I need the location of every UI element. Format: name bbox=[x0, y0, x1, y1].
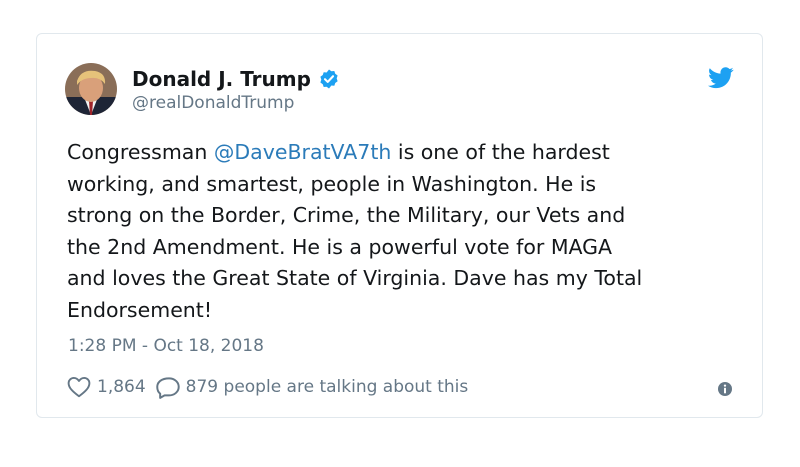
heart-icon[interactable] bbox=[67, 376, 91, 398]
text-segment: Congressman bbox=[67, 140, 214, 164]
author-handle[interactable]: @realDonaldTrump bbox=[132, 93, 294, 113]
tweet-timestamp[interactable]: 1:28 PM - Oct 18, 2018 bbox=[68, 336, 264, 356]
author-row: Donald J. Trump bbox=[132, 65, 340, 93]
twitter-bird-icon[interactable] bbox=[708, 67, 734, 89]
avatar-photo bbox=[65, 63, 117, 115]
avatar[interactable] bbox=[65, 63, 117, 115]
verified-badge-icon bbox=[320, 69, 338, 89]
tweet-text-line: Endorsement! bbox=[67, 297, 213, 322]
author-name[interactable]: Donald J. Trump bbox=[132, 67, 311, 91]
tweet-card[interactable]: Donald J. Trump @realDonaldTrump Congres… bbox=[36, 33, 763, 418]
info-icon[interactable] bbox=[717, 381, 733, 397]
tweet-text-line: working, and smartest, people in Washing… bbox=[67, 171, 597, 196]
tweet-text-line: Congressman @DaveBratVA7th is one of the… bbox=[67, 137, 757, 169]
tweet-text-line: and loves the Great State of Virginia. D… bbox=[67, 266, 643, 290]
tweet-actions: 1,864 879 people are talking about this bbox=[67, 373, 468, 401]
tweet-text: Congressman @DaveBratVA7th is one of the… bbox=[67, 137, 757, 326]
tweet-text-line: strong on the Border, Crime, the Militar… bbox=[67, 203, 626, 227]
conversation-count[interactable]: 879 people are talking about this bbox=[186, 377, 469, 397]
speech-bubble-icon[interactable] bbox=[155, 376, 181, 399]
tweet-text-line: the 2nd Amendment. He is a powerful vote… bbox=[67, 234, 613, 259]
mention-link[interactable]: @DaveBratVA7th bbox=[214, 140, 392, 164]
like-count[interactable]: 1,864 bbox=[97, 377, 146, 397]
text-segment: is one of the hardest bbox=[391, 140, 610, 164]
